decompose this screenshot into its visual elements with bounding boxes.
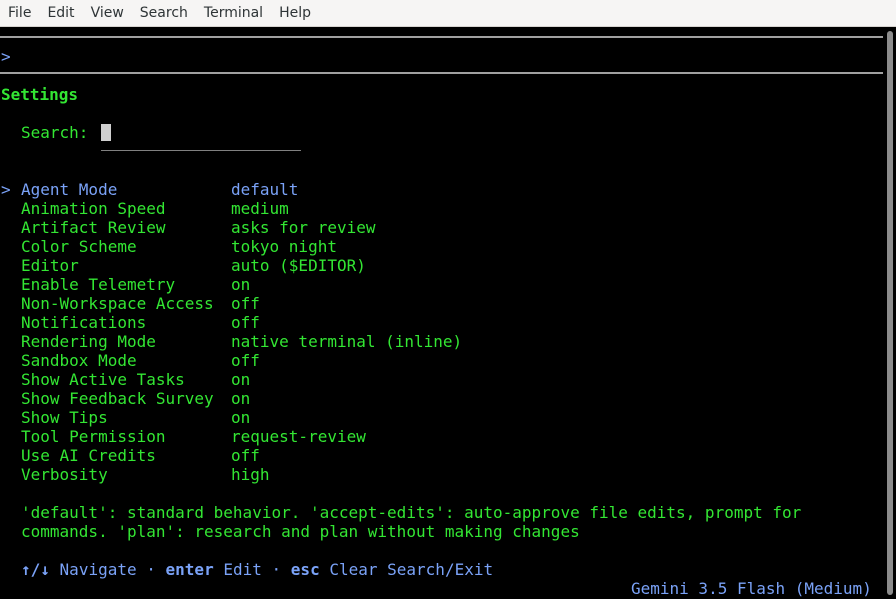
setting-label-color-scheme[interactable]: Color Scheme — [21, 237, 137, 256]
navigate-hint: Navigate — [59, 560, 137, 579]
setting-value-enable-telemetry[interactable]: on — [231, 275, 250, 294]
setting-description-line-2: commands. 'plan': research and plan with… — [21, 522, 580, 541]
search-label: Search: — [21, 123, 89, 142]
menu-terminal[interactable]: Terminal — [196, 0, 271, 27]
setting-value-animation-speed[interactable]: medium — [231, 199, 289, 218]
menu-view[interactable]: View — [83, 0, 132, 27]
hint-separator: · — [271, 560, 282, 579]
setting-value-use-ai-credits[interactable]: off — [231, 446, 260, 465]
search-input[interactable] — [101, 150, 301, 151]
setting-label-animation-speed[interactable]: Animation Speed — [21, 199, 166, 218]
scrollbar[interactable] — [883, 27, 896, 599]
clear-search-exit-hint: Clear Search/Exit — [329, 560, 494, 579]
setting-value-artifact-review[interactable]: asks for review — [231, 218, 376, 237]
setting-label-agent-mode[interactable]: Agent Mode — [21, 180, 117, 199]
setting-value-tool-permission[interactable]: request-review — [231, 427, 366, 446]
menu-search[interactable]: Search — [132, 0, 196, 27]
scrollbar-thumb[interactable] — [887, 31, 893, 595]
menu-help[interactable]: Help — [271, 0, 319, 27]
setting-value-non-workspace-access[interactable]: off — [231, 294, 260, 313]
setting-label-rendering-mode[interactable]: Rendering Mode — [21, 332, 156, 351]
setting-value-show-tips[interactable]: on — [231, 408, 250, 427]
setting-label-notifications[interactable]: Notifications — [21, 313, 146, 332]
setting-label-artifact-review[interactable]: Artifact Review — [21, 218, 166, 237]
prompt-top-rule — [0, 36, 883, 38]
setting-value-verbosity[interactable]: high — [231, 465, 270, 484]
setting-label-non-workspace-access[interactable]: Non-Workspace Access — [21, 294, 214, 313]
setting-value-rendering-mode[interactable]: native terminal (inline) — [231, 332, 462, 351]
settings-title: Settings — [1, 85, 79, 104]
setting-label-enable-telemetry[interactable]: Enable Telemetry — [21, 275, 175, 294]
setting-description-line-1: 'default': standard behavior. 'accept-ed… — [21, 503, 802, 522]
arrows-key-icon: ↑/↓ — [21, 560, 50, 579]
terminal-area[interactable]: > Settings Search: > Agent Mode default … — [0, 27, 883, 599]
prompt-bottom-rule — [0, 72, 883, 74]
setting-value-show-feedback-survey[interactable]: on — [231, 389, 250, 408]
setting-value-show-active-tasks[interactable]: on — [231, 370, 250, 389]
keyboard-hints: ↑/↓ Navigate · enter Edit · esc Clear Se… — [21, 560, 493, 579]
esc-key: esc — [290, 560, 320, 579]
search-input-cursor[interactable] — [101, 124, 111, 141]
model-status: Gemini 3.5 Flash (Medium) — [631, 579, 872, 598]
setting-value-sandbox-mode[interactable]: off — [231, 351, 260, 370]
setting-label-use-ai-credits[interactable]: Use AI Credits — [21, 446, 156, 465]
selected-marker: > — [1, 180, 11, 199]
menubar: File Edit View Search Terminal Help — [0, 0, 896, 27]
setting-label-show-feedback-survey[interactable]: Show Feedback Survey — [21, 389, 214, 408]
setting-label-sandbox-mode[interactable]: Sandbox Mode — [21, 351, 137, 370]
menu-file[interactable]: File — [0, 0, 39, 27]
setting-label-verbosity[interactable]: Verbosity — [21, 465, 108, 484]
setting-value-notifications[interactable]: off — [231, 313, 260, 332]
prompt-symbol: > — [1, 47, 11, 66]
enter-key: enter — [165, 560, 214, 579]
setting-label-show-tips[interactable]: Show Tips — [21, 408, 108, 427]
setting-label-show-active-tasks[interactable]: Show Active Tasks — [21, 370, 185, 389]
setting-label-editor[interactable]: Editor — [21, 256, 79, 275]
setting-value-color-scheme[interactable]: tokyo night — [231, 237, 337, 256]
hint-separator: · — [146, 560, 156, 579]
setting-value-editor[interactable]: auto ($EDITOR) — [231, 256, 366, 275]
setting-value-agent-mode[interactable]: default — [231, 180, 298, 199]
setting-label-tool-permission[interactable]: Tool Permission — [21, 427, 166, 446]
edit-hint: Edit — [223, 560, 262, 579]
menu-edit[interactable]: Edit — [39, 0, 82, 27]
